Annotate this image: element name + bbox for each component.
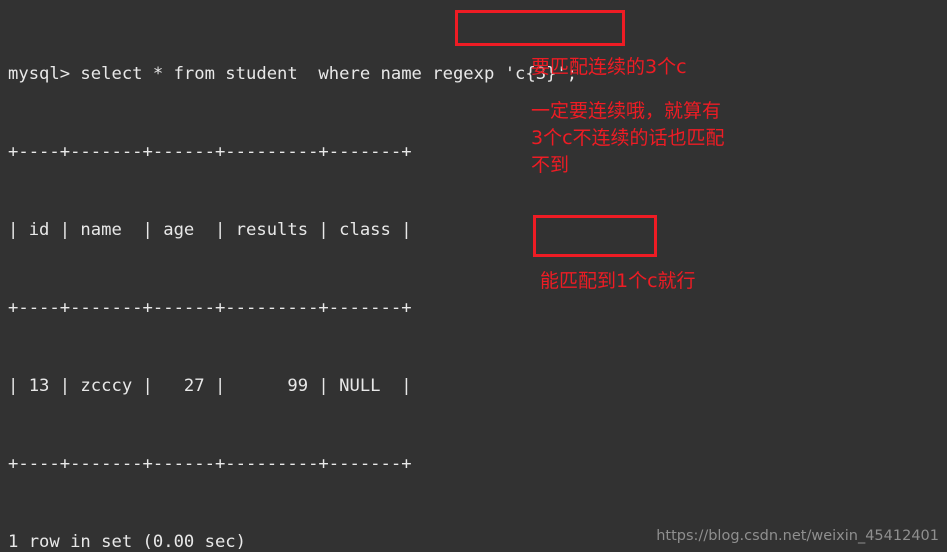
terminal-line-separator: +----+-------+------+---------+-------+ xyxy=(8,454,412,474)
result-status: 1 row in set (0.00 sec) xyxy=(8,532,246,552)
annotation-note-3: 能匹配到1个c就行 xyxy=(540,270,696,292)
annotation-note-1: 要匹配连续的3个c xyxy=(531,56,687,78)
table-row: | 13 | zcccy | 27 | 99 | NULL | xyxy=(8,376,412,396)
terminal-line-separator: +----+-------+------+---------+-------+ xyxy=(8,298,412,318)
terminal-screenshot: mysql> select * from student where name … xyxy=(0,0,947,552)
annotation-note-2: 一定要连续哦，就算有 3个c不连续的话也匹配 不到 xyxy=(531,100,725,176)
watermark-url: https://blog.csdn.net/weixin_45412401 xyxy=(656,528,939,544)
terminal-line-header: | id | name | age | results | class | xyxy=(8,220,412,240)
